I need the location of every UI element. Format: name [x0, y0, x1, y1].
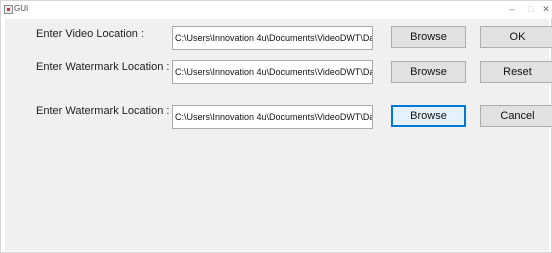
watermark-location-field[interactable]: C:\Users\Innovation 4u\Documents\VideoDW…: [172, 60, 373, 84]
cancel-button[interactable]: Cancel: [480, 105, 552, 127]
browse-video-button[interactable]: Browse: [391, 26, 466, 48]
close-icon[interactable]: ✕: [536, 1, 552, 18]
watermark-location-label-2: Enter Watermark Location :: [36, 105, 170, 117]
watermark-location-field-2[interactable]: C:\Users\Innovation 4u\Documents\VideoDW…: [172, 105, 373, 129]
watermark-location-label: Enter Watermark Location :: [36, 61, 170, 73]
reset-button[interactable]: Reset: [480, 61, 552, 83]
browse-watermark-button-2[interactable]: Browse: [391, 105, 466, 127]
window-title: GUI: [14, 4, 29, 13]
video-location-field[interactable]: C:\Users\Innovation 4u\Documents\VideoDW…: [172, 26, 373, 50]
form-panel: Enter Video Location : C:\Users\Innovati…: [5, 19, 552, 251]
browse-watermark-button[interactable]: Browse: [391, 61, 466, 83]
ok-button[interactable]: OK: [480, 26, 552, 48]
minimize-icon[interactable]: –: [502, 1, 522, 18]
video-location-label: Enter Video Location :: [36, 28, 145, 40]
matlab-figure-icon: [4, 5, 13, 14]
app-window: GUI – □ ✕ Enter Video Location : C:\User…: [0, 0, 552, 253]
title-bar: GUI – □ ✕: [1, 1, 552, 18]
